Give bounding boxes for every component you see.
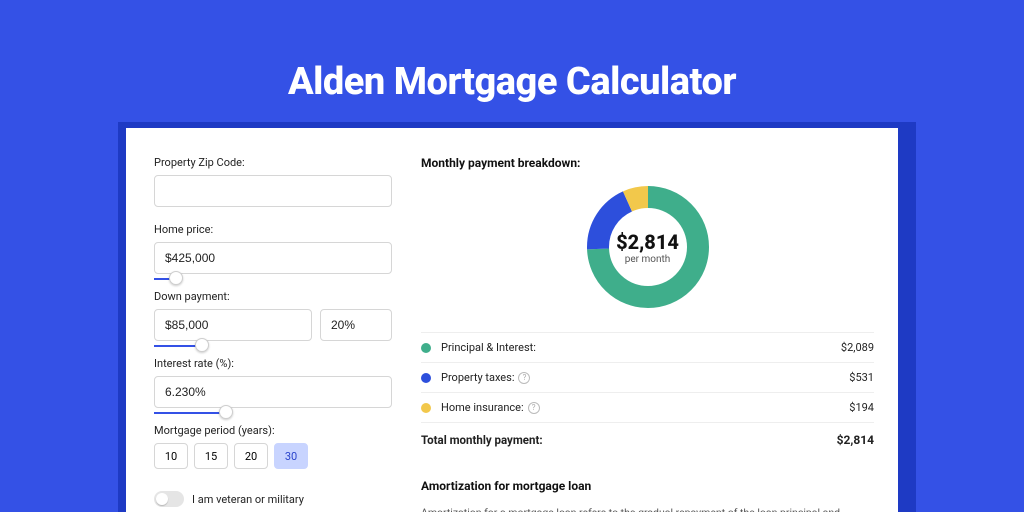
legend-row-total: Total monthly payment: $2,814 (421, 423, 874, 457)
legend: Principal & Interest: $2,089 Property ta… (421, 332, 874, 457)
dot-icon (421, 373, 431, 383)
amortization-section: Amortization for mortgage loan Amortizat… (421, 479, 874, 512)
legend-value: $194 (849, 401, 874, 414)
breakdown-heading: Monthly payment breakdown: (421, 156, 874, 170)
amortization-heading: Amortization for mortgage loan (421, 479, 874, 493)
donut-value: $2,814 (616, 230, 679, 254)
price-slider-thumb[interactable] (169, 271, 183, 285)
veteran-row: I am veteran or military (154, 491, 409, 507)
rate-slider-track[interactable] (154, 412, 226, 414)
info-icon[interactable]: ? (528, 402, 540, 414)
form-panel: Property Zip Code: Home price: Down paym… (126, 128, 409, 512)
period-option-20[interactable]: 20 (234, 443, 268, 469)
zip-field: Property Zip Code: (154, 156, 409, 207)
info-icon[interactable]: ? (518, 372, 530, 384)
amortization-body: Amortization for a mortgage loan refers … (421, 505, 874, 512)
rate-field: Interest rate (%): (154, 357, 409, 408)
dot-icon (421, 343, 431, 353)
legend-label: Home insurance: ? (441, 401, 849, 414)
legend-label: Property taxes: ? (441, 371, 849, 384)
down-pct-input[interactable] (320, 309, 392, 341)
down-amount-input[interactable] (154, 309, 312, 341)
zip-label: Property Zip Code: (154, 156, 409, 169)
down-field: Down payment: (154, 290, 409, 341)
donut-sublabel: per month (625, 254, 671, 265)
period-label: Mortgage period (years): (154, 424, 409, 437)
legend-label: Principal & Interest: (441, 341, 841, 354)
breakdown-panel: Monthly payment breakdown: $2,814 per mo… (409, 128, 898, 512)
period-field: Mortgage period (years): 10 15 20 30 (154, 424, 409, 469)
zip-input[interactable] (154, 175, 392, 207)
price-input[interactable] (154, 242, 392, 274)
down-label: Down payment: (154, 290, 409, 303)
rate-label: Interest rate (%): (154, 357, 409, 370)
legend-row-principal: Principal & Interest: $2,089 (421, 333, 874, 363)
veteran-label: I am veteran or military (192, 493, 304, 506)
donut-chart: $2,814 per month (583, 182, 713, 312)
legend-row-insurance: Home insurance: ? $194 (421, 393, 874, 423)
rate-slider-thumb[interactable] (219, 405, 233, 419)
calculator-card: Property Zip Code: Home price: Down paym… (126, 128, 898, 512)
total-value: $2,814 (837, 433, 874, 447)
total-label: Total monthly payment: (421, 433, 837, 447)
down-slider-thumb[interactable] (195, 338, 209, 352)
period-option-15[interactable]: 15 (194, 443, 228, 469)
legend-row-taxes: Property taxes: ? $531 (421, 363, 874, 393)
price-field: Home price: (154, 223, 409, 274)
donut-wrap: $2,814 per month (421, 182, 874, 312)
rate-input[interactable] (154, 376, 392, 408)
dot-icon (421, 403, 431, 413)
price-label: Home price: (154, 223, 409, 236)
page-title: Alden Mortgage Calculator (0, 0, 1024, 104)
period-option-30[interactable]: 30 (274, 443, 308, 469)
legend-value: $531 (849, 371, 874, 384)
veteran-toggle[interactable] (154, 491, 184, 507)
period-option-10[interactable]: 10 (154, 443, 188, 469)
legend-value: $2,089 (841, 341, 874, 354)
